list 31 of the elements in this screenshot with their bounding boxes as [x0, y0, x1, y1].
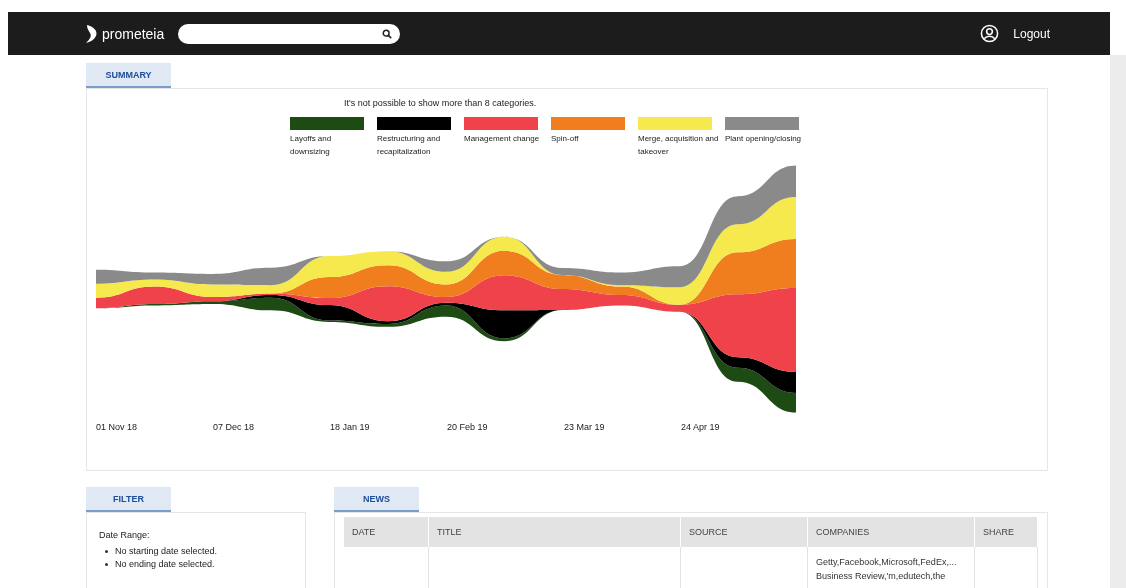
- column-header[interactable]: COMPANIES: [807, 517, 975, 547]
- axis-label: 01 Nov 18: [96, 422, 139, 432]
- search-icon: [382, 28, 393, 39]
- column-header[interactable]: DATE: [344, 517, 429, 547]
- scrollbar[interactable]: [1110, 55, 1126, 588]
- summary-tab[interactable]: SUMMARY: [86, 63, 171, 88]
- filter-tab[interactable]: FILTER: [86, 487, 171, 512]
- legend-label: Spin-off: [551, 133, 580, 145]
- legend-label: Merge, acquisition and takeover: [638, 133, 720, 158]
- column-header[interactable]: TITLE: [428, 517, 681, 547]
- column-header[interactable]: SOURCE: [680, 517, 808, 547]
- axis-label: 20 Feb 19: [447, 422, 489, 432]
- axis-label: 18 Jan 19: [330, 422, 371, 432]
- legend-label: Layoffs and downsizing: [290, 133, 333, 158]
- user-icon[interactable]: [980, 24, 1000, 43]
- table-cell: Getty,Facebook,Microsoft,FedEx,... Business Review,'m,edutech,the: [816, 557, 957, 581]
- filter-status-text: No ending date selected.: [115, 559, 215, 569]
- logout-link[interactable]: Logout: [1013, 26, 1050, 41]
- axis-label: 24 Apr 19: [681, 422, 721, 432]
- legend-label: Plant opening/closing: [725, 133, 803, 145]
- column-header[interactable]: SHARE: [974, 517, 1038, 547]
- notice-text: It's not possible to show more than 8 categories.: [344, 98, 538, 108]
- legend-label: Restructuring and recapitalization: [377, 133, 442, 158]
- legend-label: Management change: [464, 133, 541, 145]
- axis-label: 07 Dec 18: [213, 422, 256, 432]
- filter-status-text: No starting date selected.: [115, 546, 218, 556]
- date-range-label: Date Range:: [99, 530, 151, 540]
- news-tab[interactable]: NEWS: [334, 487, 419, 512]
- logo-text: prometeia: [102, 25, 165, 42]
- axis-label: 23 Mar 19: [564, 422, 606, 432]
- search-field[interactable]: [178, 23, 401, 44]
